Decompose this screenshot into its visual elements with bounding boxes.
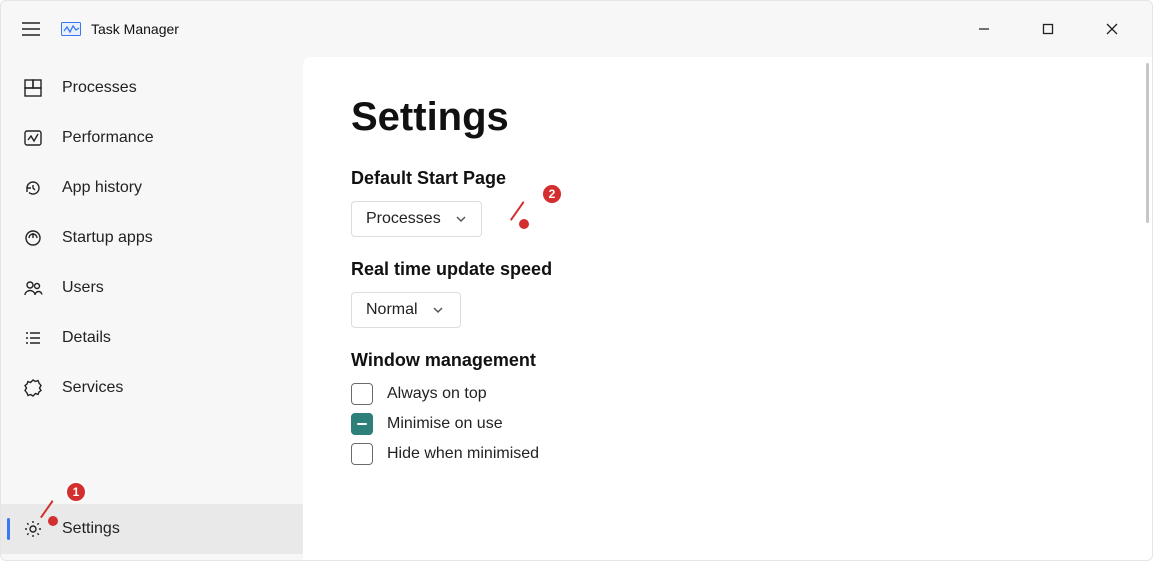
- processes-icon: [22, 77, 44, 99]
- gear-icon: [22, 518, 44, 540]
- page-title: Settings: [351, 95, 1104, 140]
- sidebar-item-label: Performance: [62, 129, 154, 147]
- settings-panel: Settings Default Start Page Processes Re…: [303, 57, 1152, 560]
- update-speed-dropdown[interactable]: Normal: [351, 292, 461, 328]
- details-icon: [22, 327, 44, 349]
- sidebar-item-startup-apps[interactable]: Startup apps: [1, 213, 303, 263]
- scrollbar[interactable]: [1146, 63, 1149, 223]
- sidebar-item-label: Details: [62, 329, 111, 347]
- dropdown-value: Processes: [366, 210, 441, 228]
- sidebar-item-label: Users: [62, 279, 104, 297]
- checkbox[interactable]: [351, 413, 373, 435]
- services-icon: [22, 377, 44, 399]
- section-update-speed-label: Real time update speed: [351, 259, 1104, 280]
- sidebar-item-label: App history: [62, 179, 142, 197]
- close-icon: [1106, 23, 1118, 35]
- sidebar-item-label: Services: [62, 379, 123, 397]
- minimize-icon: [978, 23, 990, 35]
- option-always-on-top[interactable]: Always on top: [351, 383, 1104, 405]
- hamburger-icon: [22, 22, 40, 36]
- hamburger-menu-button[interactable]: [7, 5, 55, 53]
- sidebar-item-label: Startup apps: [62, 229, 153, 247]
- sidebar-item-app-history[interactable]: App history: [1, 163, 303, 213]
- performance-icon: [22, 127, 44, 149]
- sidebar-item-processes[interactable]: Processes: [1, 63, 303, 113]
- app-title: Task Manager: [91, 21, 179, 37]
- option-minimise-on-use[interactable]: Minimise on use: [351, 413, 1104, 435]
- sidebar-item-details[interactable]: Details: [1, 313, 303, 363]
- default-start-page-dropdown[interactable]: Processes: [351, 201, 482, 237]
- sidebar-item-settings[interactable]: Settings: [1, 504, 303, 554]
- sidebar-item-users[interactable]: Users: [1, 263, 303, 313]
- sidebar-item-label: Processes: [62, 79, 137, 97]
- history-icon: [22, 177, 44, 199]
- section-window-management-label: Window management: [351, 350, 1104, 371]
- checkbox[interactable]: [351, 383, 373, 405]
- option-label: Always on top: [387, 385, 487, 403]
- sidebar-item-performance[interactable]: Performance: [1, 113, 303, 163]
- body: Processes Performance App history Startu…: [1, 57, 1152, 560]
- titlebar: Task Manager: [1, 1, 1152, 57]
- chevron-down-icon: [432, 304, 444, 316]
- users-icon: [22, 277, 44, 299]
- chevron-down-icon: [455, 213, 467, 225]
- task-manager-window: Task Manager: [0, 0, 1153, 561]
- section-default-start-page-label: Default Start Page: [351, 168, 1104, 189]
- checkbox[interactable]: [351, 443, 373, 465]
- window-controls: [964, 1, 1146, 57]
- sidebar-item-label: Settings: [62, 520, 120, 538]
- maximize-button[interactable]: [1028, 13, 1068, 45]
- option-label: Minimise on use: [387, 415, 503, 433]
- maximize-icon: [1042, 23, 1054, 35]
- sidebar: Processes Performance App history Startu…: [1, 57, 303, 560]
- dropdown-value: Normal: [366, 301, 418, 319]
- startup-icon: [22, 227, 44, 249]
- sidebar-item-services[interactable]: Services: [1, 363, 303, 413]
- minimize-button[interactable]: [964, 13, 1004, 45]
- option-label: Hide when minimised: [387, 445, 539, 463]
- app-icon: [61, 22, 81, 36]
- close-button[interactable]: [1092, 13, 1132, 45]
- option-hide-when-minimised[interactable]: Hide when minimised: [351, 443, 1104, 465]
